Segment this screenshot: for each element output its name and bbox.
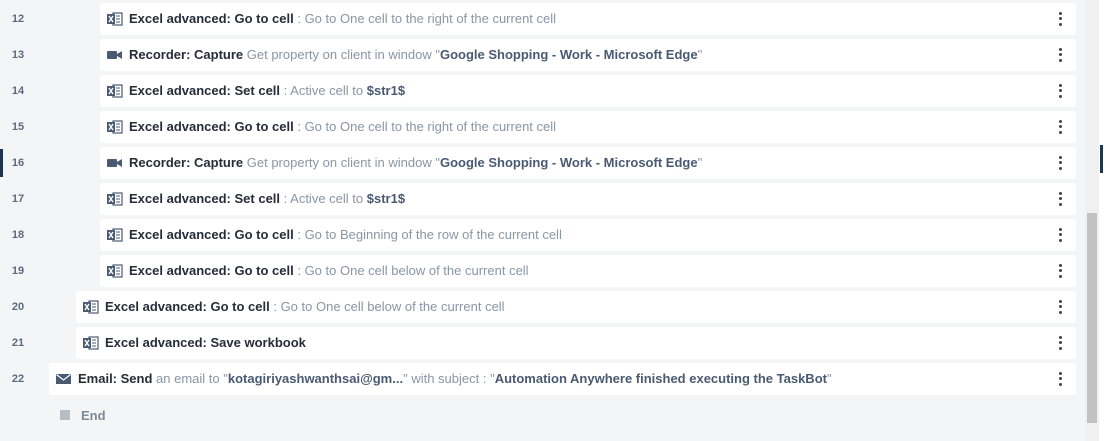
- recorder-icon: [107, 156, 123, 170]
- action-row[interactable]: Excel advanced: Set cell : Active cell t…: [100, 183, 1076, 215]
- action-text: Excel advanced: Set cell : Active cell t…: [129, 183, 405, 215]
- more-options-icon[interactable]: [1056, 371, 1064, 387]
- selection-marker-right: [1100, 145, 1103, 173]
- action-value: $str1$: [366, 83, 406, 98]
- more-options-icon[interactable]: [1056, 155, 1064, 171]
- action-text: Excel advanced: Save workbook: [105, 327, 306, 359]
- action-value: Automation Anywhere finished executing t…: [494, 371, 827, 386]
- action-command: Excel advanced: Go to cell: [105, 299, 270, 314]
- scrollbar-thumb[interactable]: [1087, 213, 1097, 423]
- excel-icon: [107, 84, 123, 98]
- action-text: Email: Send an email to "kotagiriyashwan…: [78, 363, 832, 395]
- action-command: Excel advanced: Go to cell: [129, 227, 294, 242]
- line-number: 19: [11, 265, 25, 277]
- end-label: End: [81, 408, 106, 423]
- action-command: Excel advanced: Go to cell: [129, 263, 294, 278]
- action-description: an email to ": [152, 371, 228, 386]
- line-number: 18: [11, 229, 25, 241]
- action-row[interactable]: Email: Send an email to "kotagiriyashwan…: [49, 363, 1076, 395]
- recorder-icon: [107, 48, 123, 62]
- line-number: 15: [11, 121, 25, 133]
- action-text: Recorder: Capture Get property on client…: [129, 39, 702, 71]
- action-value: kotagiriyashwanthsai@gm...: [227, 371, 404, 386]
- action-text: Excel advanced: Go to cell : Go to Begin…: [129, 219, 562, 251]
- excel-icon: [83, 300, 99, 314]
- action-row[interactable]: Excel advanced: Go to cell : Go to Begin…: [100, 219, 1076, 251]
- action-row[interactable]: Excel advanced: Go to cell : Go to One c…: [76, 291, 1076, 323]
- action-command: Email: Send: [78, 371, 153, 386]
- excel-icon: [107, 228, 123, 242]
- action-text: Recorder: Capture Get property on client…: [129, 147, 702, 179]
- action-description: : Active cell to: [280, 191, 367, 206]
- more-options-icon[interactable]: [1056, 11, 1064, 27]
- right-panel-edge: [1099, 0, 1110, 441]
- action-text: Excel advanced: Go to cell : Go to One c…: [129, 111, 556, 143]
- excel-icon: [107, 120, 123, 134]
- vertical-scrollbar[interactable]: [1085, 0, 1099, 441]
- action-description: : Go to One cell below of the current ce…: [269, 299, 505, 314]
- line-number: 21: [11, 337, 25, 349]
- action-text: Excel advanced: Go to cell : Go to One c…: [129, 255, 529, 287]
- action-value: Google Shopping - Work - Microsoft Edge: [439, 155, 698, 170]
- email-icon: [56, 372, 72, 386]
- more-options-icon[interactable]: [1056, 263, 1064, 279]
- action-command: Excel advanced: Go to cell: [129, 11, 294, 26]
- line-number: 20: [11, 301, 25, 313]
- action-row[interactable]: Recorder: Capture Get property on client…: [100, 39, 1076, 71]
- more-options-icon[interactable]: [1056, 191, 1064, 207]
- line-number: 14: [11, 85, 25, 97]
- action-description: : Go to One cell below of the current ce…: [293, 263, 529, 278]
- more-options-icon[interactable]: [1056, 227, 1064, 243]
- action-description: " with subject : ": [403, 371, 495, 386]
- action-command: Excel advanced: Save workbook: [105, 335, 306, 350]
- action-description: : Go to Beginning of the row of the curr…: [293, 227, 562, 242]
- action-description: ": [697, 155, 703, 170]
- action-value: Google Shopping - Work - Microsoft Edge: [439, 47, 698, 62]
- action-description: : Go to One cell to the right of the cur…: [293, 119, 557, 134]
- line-number: 12: [11, 13, 25, 25]
- line-number: 16: [11, 157, 25, 169]
- action-command: Excel advanced: Go to cell: [129, 119, 294, 134]
- action-command: Excel advanced: Set cell: [129, 83, 281, 98]
- more-options-icon[interactable]: [1056, 119, 1064, 135]
- action-text: Excel advanced: Set cell : Active cell t…: [129, 75, 405, 107]
- line-number: 13: [11, 49, 25, 61]
- action-row[interactable]: Excel advanced: Save workbook: [76, 327, 1076, 359]
- end-icon: [60, 410, 70, 420]
- active-row-marker: [0, 149, 3, 177]
- action-text: Excel advanced: Go to cell : Go to One c…: [129, 3, 556, 35]
- action-command: Recorder: Capture: [129, 47, 244, 62]
- action-value: $str1$: [366, 191, 406, 206]
- action-row[interactable]: Recorder: Capture Get property on client…: [100, 147, 1076, 179]
- action-command: Excel advanced: Set cell: [129, 191, 281, 206]
- action-description: : Go to One cell to the right of the cur…: [293, 11, 557, 26]
- action-row[interactable]: Excel advanced: Go to cell : Go to One c…: [100, 111, 1076, 143]
- action-description: : Active cell to: [280, 83, 367, 98]
- action-row[interactable]: Excel advanced: Set cell : Active cell t…: [100, 75, 1076, 107]
- action-text: Excel advanced: Go to cell : Go to One c…: [105, 291, 505, 323]
- action-description: ": [697, 47, 703, 62]
- end-node[interactable]: End: [49, 400, 249, 432]
- excel-icon: [83, 336, 99, 350]
- line-number: 17: [11, 193, 25, 205]
- action-description: Get property on client in window ": [243, 47, 440, 62]
- more-options-icon[interactable]: [1056, 83, 1064, 99]
- action-row[interactable]: Excel advanced: Go to cell : Go to One c…: [100, 3, 1076, 35]
- action-description: ": [826, 371, 832, 386]
- action-command: Recorder: Capture: [129, 155, 244, 170]
- action-description: Get property on client in window ": [243, 155, 440, 170]
- more-options-icon[interactable]: [1056, 47, 1064, 63]
- excel-icon: [107, 192, 123, 206]
- taskbot-action-list: 12 Excel advanced: Go to cell : Go to One…: [0, 0, 1085, 441]
- line-number: 22: [11, 373, 25, 385]
- excel-icon: [107, 264, 123, 278]
- more-options-icon[interactable]: [1056, 335, 1064, 351]
- more-options-icon[interactable]: [1056, 299, 1064, 315]
- action-row[interactable]: Excel advanced: Go to cell : Go to One c…: [100, 255, 1076, 287]
- excel-icon: [107, 12, 123, 26]
